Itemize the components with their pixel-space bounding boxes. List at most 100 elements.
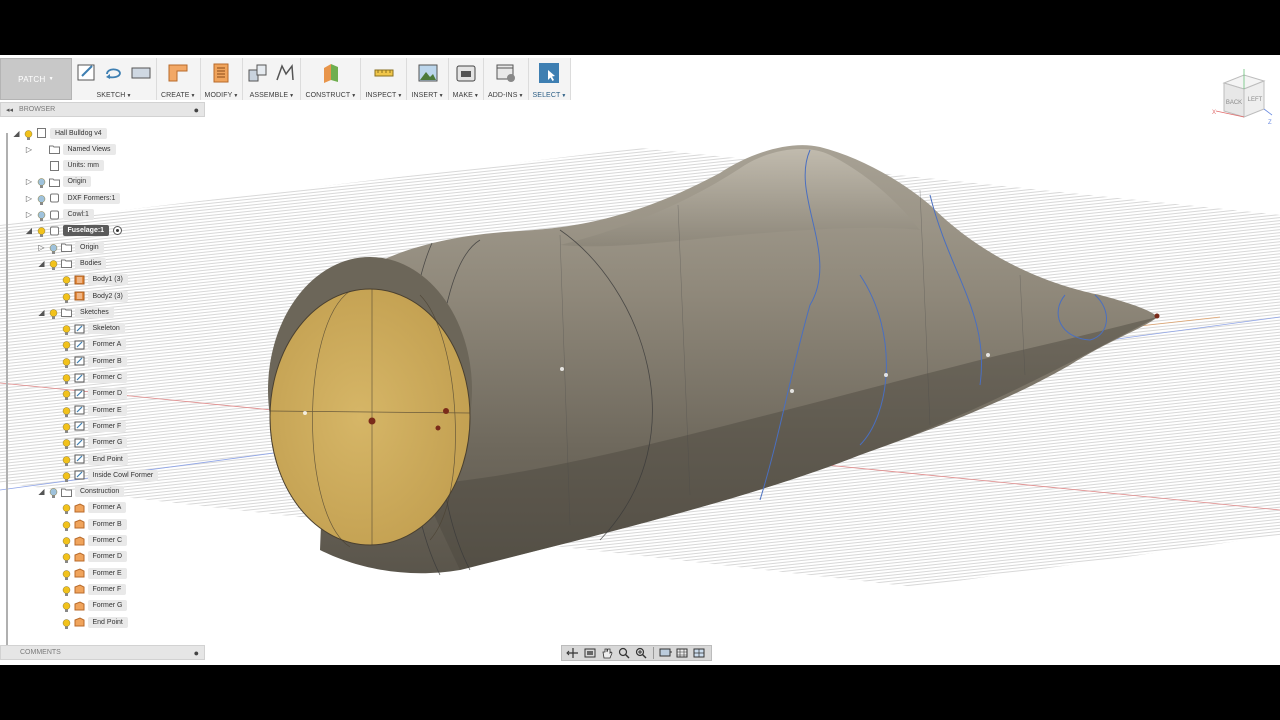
activate-radio-icon[interactable]: [113, 226, 123, 236]
viewcube[interactable]: BACK LEFT X Z: [1210, 67, 1274, 127]
browser-item[interactable]: ◢ Construction: [37, 485, 125, 499]
visibility-bulb-icon[interactable]: [37, 225, 46, 238]
joint-icon[interactable]: [274, 62, 296, 84]
new-component-icon[interactable]: [247, 62, 269, 84]
browser-item[interactable]: ▷ DXF Formers:1: [25, 191, 121, 205]
modify-icon[interactable]: [210, 62, 232, 84]
expand-open-icon[interactable]: ◢: [37, 487, 46, 496]
visibility-bulb-icon[interactable]: [37, 176, 46, 189]
offset-plane-icon[interactable]: [320, 62, 342, 84]
visibility-bulb-icon[interactable]: [49, 258, 58, 270]
expand-closed-icon[interactable]: ▷: [25, 194, 34, 203]
browser-item[interactable]: Former G: [50, 599, 128, 613]
browser-item[interactable]: ◢ Hall Bulldog v4: [12, 126, 107, 140]
visibility-bulb-icon[interactable]: [62, 584, 71, 596]
visibility-bulb-icon[interactable]: [62, 551, 71, 564]
viewports-icon[interactable]: [693, 647, 707, 659]
insert-image-icon[interactable]: [417, 62, 439, 84]
toolbar-group-sketch[interactable]: SKETCH▼: [72, 58, 157, 100]
panel-options-icon[interactable]: ●: [194, 105, 199, 115]
visibility-bulb-icon[interactable]: [62, 372, 71, 384]
expand-closed-icon[interactable]: ▷: [25, 145, 34, 154]
expand-closed-icon[interactable]: ▷: [37, 243, 46, 252]
visibility-bulb-icon[interactable]: [62, 454, 71, 466]
browser-item[interactable]: Former F: [50, 419, 127, 433]
browser-item[interactable]: Body2 (3): [50, 289, 128, 303]
expand-closed-icon[interactable]: ▷: [25, 210, 34, 219]
browser-item[interactable]: Former C: [50, 371, 128, 385]
create-patch-icon[interactable]: [167, 62, 189, 84]
browser-item[interactable]: ▷ Origin: [37, 240, 104, 254]
visibility-bulb-icon[interactable]: [62, 470, 71, 482]
measure-icon[interactable]: [373, 62, 395, 84]
browser-item[interactable]: End Point: [50, 452, 128, 466]
visibility-bulb-icon[interactable]: [62, 339, 71, 352]
toolbar-group-insert[interactable]: INSERT▼: [407, 58, 449, 100]
browser-item[interactable]: Former G: [50, 436, 128, 450]
visibility-bulb-icon[interactable]: [62, 617, 71, 629]
display-settings-icon[interactable]: [659, 647, 673, 659]
toolbar-group-addins[interactable]: ADD-INS▼: [483, 58, 529, 100]
browser-item[interactable]: Former B: [50, 354, 127, 368]
visibility-bulb-icon[interactable]: [62, 356, 71, 368]
expand-open-icon[interactable]: ◢: [12, 129, 21, 138]
browser-item[interactable]: Former D: [50, 550, 128, 564]
toolbar-group-create[interactable]: CREATE▼: [157, 58, 201, 100]
rectangle-icon[interactable]: [130, 62, 152, 84]
browser-item[interactable]: Former D: [50, 387, 128, 401]
toolbar-group-make[interactable]: MAKE▼: [448, 58, 484, 100]
comments-header[interactable]: COMMENTS ●: [0, 645, 205, 660]
orbit-icon[interactable]: [566, 647, 580, 659]
browser-item[interactable]: Former F: [50, 582, 127, 596]
grid-settings-icon[interactable]: [676, 647, 690, 659]
visibility-bulb-icon[interactable]: [62, 535, 71, 547]
expand-open-icon[interactable]: ◢: [37, 259, 46, 268]
visibility-bulb-icon[interactable]: [62, 437, 71, 450]
toolbar-group-modify[interactable]: MODIFY▼: [200, 58, 244, 100]
cowl-opening-face[interactable]: [269, 288, 471, 546]
visibility-bulb-icon[interactable]: [62, 568, 71, 580]
zoom-fit-icon[interactable]: [617, 647, 631, 659]
expand-open-icon[interactable]: ◢: [25, 226, 34, 235]
browser-item[interactable]: Inside Cowl Former: [50, 468, 159, 482]
visibility-bulb-icon[interactable]: [49, 486, 58, 499]
visibility-bulb-icon[interactable]: [62, 519, 71, 531]
browser-item[interactable]: Former B: [50, 517, 127, 531]
browser-item[interactable]: Skeleton: [50, 322, 125, 336]
undo-arrow-icon[interactable]: [103, 62, 125, 84]
zoom-icon[interactable]: [634, 647, 648, 659]
expand-closed-icon[interactable]: ▷: [25, 177, 34, 186]
expand-open-icon[interactable]: ◢: [37, 308, 46, 317]
workspace-switcher[interactable]: PATCH ▼: [0, 58, 72, 100]
toolbar-group-inspect[interactable]: INSPECT▼: [361, 58, 408, 100]
visibility-bulb-icon[interactable]: [62, 388, 71, 401]
visibility-bulb-icon[interactable]: [62, 502, 71, 515]
visibility-bulb-icon[interactable]: [49, 307, 58, 319]
browser-item[interactable]: ▷ Origin: [25, 175, 92, 189]
visibility-bulb-icon[interactable]: [62, 274, 71, 287]
visibility-bulb-icon[interactable]: [24, 128, 33, 140]
browser-item[interactable]: End Point: [50, 615, 128, 629]
browser-item[interactable]: Former E: [50, 566, 127, 580]
scripts-addins-icon[interactable]: [495, 62, 517, 84]
toolbar-group-assemble[interactable]: ASSEMBLE▼: [243, 58, 302, 100]
comments-panel[interactable]: COMMENTS ●: [0, 645, 205, 660]
visibility-bulb-icon[interactable]: [62, 323, 71, 336]
create-sketch-icon[interactable]: [76, 62, 98, 84]
pan-hand-icon[interactable]: [600, 647, 614, 659]
comments-options-icon[interactable]: ●: [194, 648, 199, 658]
select-cursor-icon[interactable]: [538, 62, 560, 84]
visibility-bulb-icon[interactable]: [62, 405, 71, 417]
visibility-bulb-icon[interactable]: [37, 193, 46, 205]
visibility-bulb-icon[interactable]: [62, 421, 71, 433]
browser-header[interactable]: ◂◂ BROWSER ●: [0, 102, 205, 117]
visibility-bulb-icon[interactable]: [62, 291, 71, 303]
browser-item[interactable]: Units: mm: [25, 159, 104, 173]
browser-item[interactable]: ◢ Bodies: [37, 256, 107, 270]
look-at-icon[interactable]: [583, 647, 597, 659]
collapse-panel-icon[interactable]: ◂◂: [6, 106, 13, 114]
browser-item[interactable]: Former E: [50, 403, 127, 417]
browser-item[interactable]: Body1 (3): [50, 273, 128, 287]
browser-item[interactable]: ▷ Named Views: [25, 142, 116, 156]
browser-item[interactable]: Former A: [50, 338, 127, 352]
